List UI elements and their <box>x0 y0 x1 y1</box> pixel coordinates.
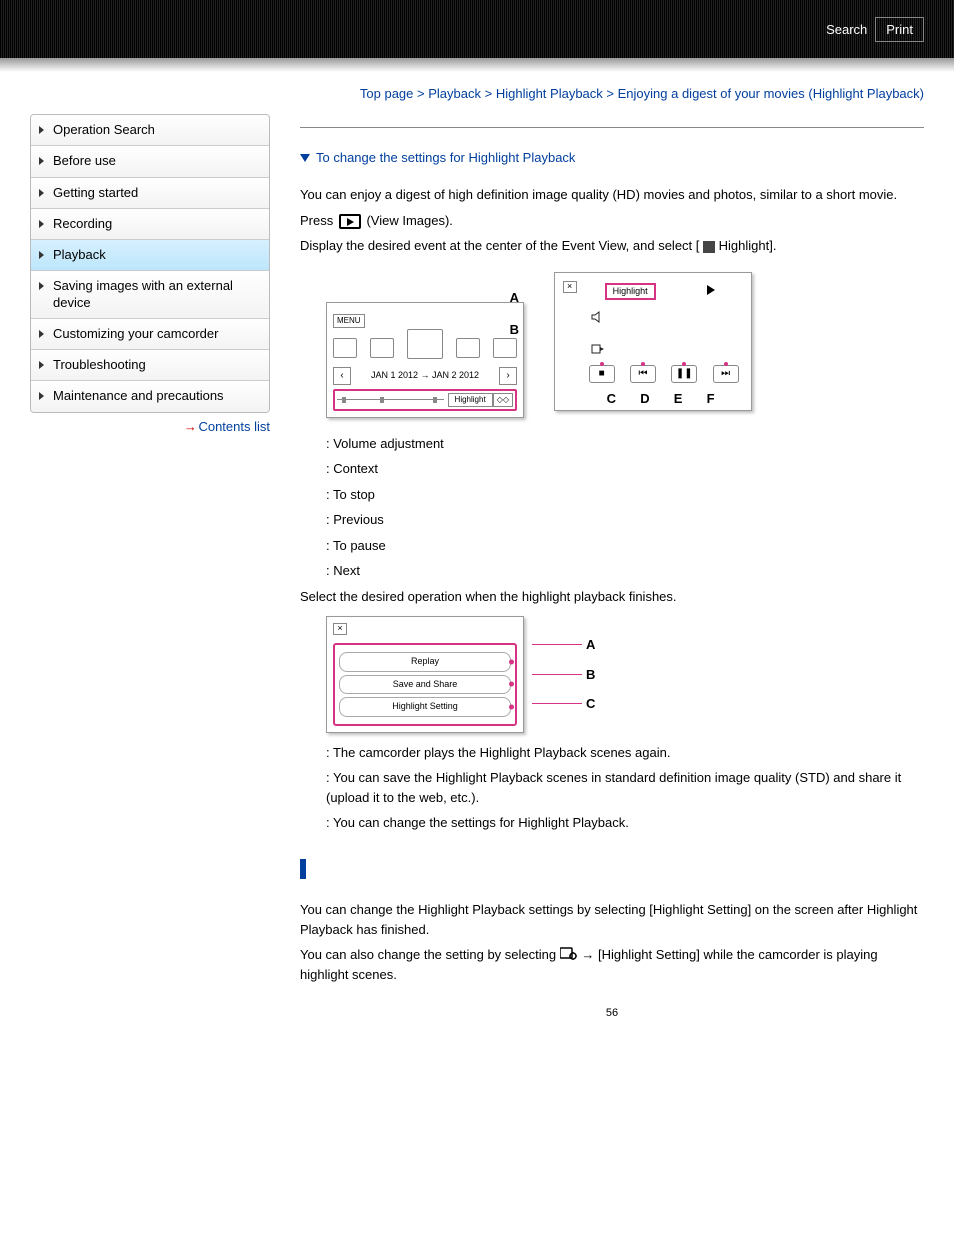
section-marker-icon <box>300 859 306 879</box>
label-a: A <box>510 288 519 308</box>
crumb-top[interactable]: Top page <box>360 86 414 101</box>
menu-highlight-setting: Highlight Setting <box>339 697 511 717</box>
label-e: E <box>674 389 683 409</box>
nav-customizing[interactable]: Customizing your camcorder <box>31 319 269 350</box>
figure-playback: × Highlight ■ ⏮ ❚❚ ⏭ <box>554 272 752 412</box>
intro-text: You can enjoy a digest of high definitio… <box>300 185 924 205</box>
thumb-icon <box>370 338 394 358</box>
context-icon <box>591 341 605 353</box>
list1-item: : Context <box>326 459 924 479</box>
step1-a: Press <box>300 213 337 228</box>
list1-item: : To stop <box>326 485 924 505</box>
label-d: D <box>640 389 649 409</box>
arrow-right-icon: → <box>581 947 598 962</box>
label-a: A <box>586 635 595 655</box>
label-f: F <box>707 389 715 409</box>
thumb-icon <box>493 338 517 358</box>
breadcrumb: Top page > Playback > Highlight Playback… <box>300 86 924 101</box>
link-change-settings[interactable]: To change the settings for Highlight Pla… <box>316 150 575 165</box>
figure-finish-menu: × Replay Save and Share Highlight Settin… <box>326 616 524 733</box>
menu-save-share: Save and Share <box>339 675 511 695</box>
nav-getting-started[interactable]: Getting started <box>31 178 269 209</box>
nav-list: Operation Search Before use Getting star… <box>30 114 270 413</box>
highlight-button-icon: Highlight <box>448 393 493 407</box>
step2-b: Highlight]. <box>719 238 777 253</box>
page-number: 56 <box>300 1005 924 1022</box>
label-c: C <box>586 694 595 714</box>
thumb-icon <box>333 338 357 358</box>
crumb-sep: > <box>485 86 493 101</box>
sec2-p1: You can change the Highlight Playback se… <box>300 900 924 939</box>
label-c: C <box>607 389 616 409</box>
search-link[interactable]: Search <box>826 22 867 37</box>
header-bar: Search Print <box>0 0 954 58</box>
step1-b: (View Images). <box>366 213 452 228</box>
main-content: Top page > Playback > Highlight Playback… <box>300 86 924 1021</box>
list2-item: : You can change the settings for Highli… <box>326 813 924 833</box>
stop-icon: ■ <box>589 365 615 383</box>
label-b: B <box>510 320 519 340</box>
menu-replay: Replay <box>339 652 511 672</box>
menu-icon: MENU <box>333 314 365 328</box>
figure-event-view: MENU ‹ JAN 1 2012 → JAN 2 2012 › <box>326 302 524 418</box>
settings-icon <box>560 946 578 966</box>
nav-before-use[interactable]: Before use <box>31 146 269 177</box>
nav-recording[interactable]: Recording <box>31 209 269 240</box>
divider <box>300 127 924 128</box>
triangle-down-icon <box>300 154 310 162</box>
contents-list-link[interactable]: Contents list <box>198 419 270 434</box>
thumb-icon <box>456 338 480 358</box>
previous-icon: ⏮ <box>630 365 656 383</box>
nav-saving-images[interactable]: Saving images with an external device <box>31 271 269 319</box>
sec2-p2: You can also change the setting by selec… <box>300 945 924 985</box>
next-icon: ⏭ <box>713 365 739 383</box>
nav-operation-search[interactable]: Operation Search <box>31 115 269 146</box>
nav-maintenance[interactable]: Maintenance and precautions <box>31 381 269 411</box>
menu-group-highlighted: Replay Save and Share Highlight Setting <box>333 643 517 726</box>
play-icon <box>707 285 715 295</box>
crumb-playback[interactable]: Playback <box>428 86 481 101</box>
view-mode-icon: ◇◇ <box>493 393 513 407</box>
label-b: B <box>586 665 595 685</box>
print-button[interactable]: Print <box>875 17 924 42</box>
sidebar: Operation Search Before use Getting star… <box>30 86 270 1021</box>
step-select: Select the desired operation when the hi… <box>300 587 924 607</box>
close-icon: × <box>333 623 347 635</box>
close-icon: × <box>563 281 577 293</box>
contents-list-link-wrap: → Contents list <box>30 419 270 434</box>
toc-link-row: To change the settings for Highlight Pla… <box>300 150 924 165</box>
prev-page-icon: ‹ <box>333 367 351 385</box>
crumb-current[interactable]: Enjoying a digest of your movies (Highli… <box>618 86 924 101</box>
thumb-icon <box>407 329 443 359</box>
view-images-icon <box>339 214 361 229</box>
nav-playback[interactable]: Playback <box>31 240 269 271</box>
list2-item: : You can save the Highlight Playback sc… <box>326 768 924 807</box>
crumb-highlight[interactable]: Highlight Playback <box>496 86 603 101</box>
step2-a: Display the desired event at the center … <box>300 238 699 253</box>
event-date: JAN 1 2012 → JAN 2 2012 <box>351 369 499 383</box>
list1-item: : To pause <box>326 536 924 556</box>
list2-item: : The camcorder plays the Highlight Play… <box>326 743 924 763</box>
sec2-p2-a: You can also change the setting by selec… <box>300 947 560 962</box>
list1-item: : Volume adjustment <box>326 434 924 454</box>
nav-troubleshooting[interactable]: Troubleshooting <box>31 350 269 381</box>
list1-item: : Next <box>326 561 924 581</box>
highlight-note-icon <box>703 241 715 253</box>
arrow-right-icon: → <box>184 419 195 434</box>
pause-icon: ❚❚ <box>671 365 697 383</box>
next-page-icon: › <box>499 367 517 385</box>
step-press: Press (View Images). <box>300 211 924 231</box>
step-display: Display the desired event at the center … <box>300 236 924 256</box>
volume-icon <box>591 309 605 321</box>
crumb-sep: > <box>417 86 425 101</box>
menu-labels: A B C <box>532 635 595 714</box>
list1-item: : Previous <box>326 510 924 530</box>
timeline-icon <box>337 397 444 403</box>
event-bottom-highlighted: Highlight ◇◇ <box>333 389 517 411</box>
highlight-chip: Highlight <box>605 283 656 301</box>
crumb-sep: > <box>606 86 614 101</box>
